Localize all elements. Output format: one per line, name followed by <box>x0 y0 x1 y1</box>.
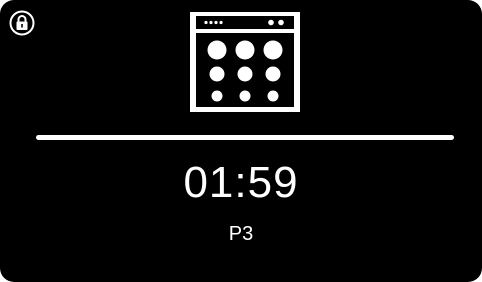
lock-button[interactable] <box>9 10 35 36</box>
divider-line <box>36 135 454 140</box>
remaining-time: 01:59 <box>183 158 299 207</box>
appliance-display-screen: 01:59 P3 <box>0 0 482 282</box>
dishwasher-icon <box>188 10 302 114</box>
program-label: P3 <box>228 223 254 245</box>
lock-icon <box>9 10 35 36</box>
